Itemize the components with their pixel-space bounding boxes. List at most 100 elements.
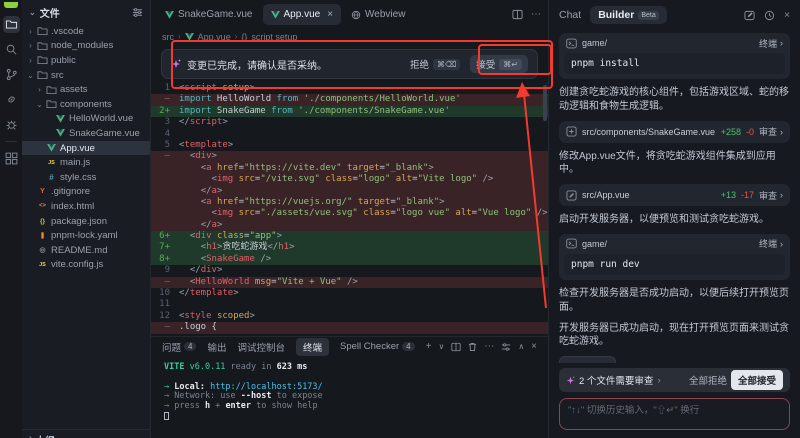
code-line[interactable]: 12<style scoped> — [151, 311, 548, 322]
terminal-command-card[interactable]: game/终端›pnpm install — [559, 33, 790, 79]
file-change-card[interactable]: src/components/SnakeGame.vue+258-0审查› — [559, 121, 790, 143]
code-line[interactable]: –.logo { — [151, 322, 548, 333]
json-icon: {} — [37, 218, 48, 225]
code-text: </div> — [179, 265, 222, 276]
code-line[interactable]: <a href="https://vuejs.org/" target="_bl… — [151, 197, 548, 208]
tree-item-public[interactable]: ›public — [22, 53, 150, 68]
debug-icon[interactable] — [3, 116, 20, 133]
panel-tab---[interactable]: 终端 — [296, 338, 329, 356]
code-line[interactable]: – <div> — [151, 151, 548, 162]
tree-item-README.md[interactable]: ◎README.md — [22, 243, 150, 258]
close-icon[interactable]: × — [784, 10, 790, 21]
card-path: game/ — [582, 38, 607, 48]
code-line[interactable]: <a href="https://vite.dev" target="_blan… — [151, 163, 548, 174]
tree-item-pnpm-lock.yaml[interactable]: ❚pnpm-lock.yaml — [22, 228, 150, 243]
tab-SnakeGame-vue[interactable]: SnakeGame.vue — [157, 4, 261, 25]
extensions-icon[interactable] — [3, 150, 20, 167]
code-line[interactable]: </a> — [151, 186, 548, 197]
tree-item-main.js[interactable]: JSmain.js — [22, 155, 150, 170]
split-editor-icon[interactable] — [512, 9, 523, 20]
code-line[interactable]: 3</script> — [151, 117, 548, 128]
tree-item-index.html[interactable]: <>index.html — [22, 199, 150, 214]
code-line[interactable]: 11 — [151, 299, 548, 310]
terminal-command-card[interactable]: game/终端›pnpm run dev — [559, 234, 790, 280]
panel-tab---[interactable]: 问题4 — [162, 340, 196, 354]
code-diff-editor[interactable]: 1<script setup>–import HelloWorld from '… — [151, 83, 548, 336]
panel-tab---[interactable]: 输出 — [207, 340, 226, 354]
maximize-panel-icon[interactable]: ∧ — [518, 342, 524, 351]
terminal-link[interactable]: 终端› — [759, 37, 783, 50]
panel-tab-label: 输出 — [207, 340, 226, 354]
code-line[interactable]: 2+import SnakeGame from './components/Sn… — [151, 106, 548, 117]
code-line[interactable]: 4 — [151, 129, 548, 140]
explorer-icon[interactable] — [3, 16, 20, 33]
tree-item-.gitignore[interactable]: Y.gitignore — [22, 185, 150, 200]
code-line[interactable]: 8+ <SnakeGame /> — [151, 254, 548, 265]
close-panel-icon[interactable]: × — [531, 341, 537, 352]
code-line[interactable]: 7+ <h1>贪吃蛇游戏</h1> — [151, 242, 548, 253]
terminal-link[interactable]: 终端› — [759, 237, 783, 250]
references-icon[interactable] — [3, 91, 20, 108]
folder-icon — [37, 26, 48, 36]
kill-terminal-icon[interactable] — [468, 342, 477, 352]
code-line[interactable]: 9 </div> — [151, 265, 548, 276]
new-terminal-icon[interactable]: + — [426, 341, 432, 352]
accept-all-button[interactable]: 全部接受 — [731, 370, 783, 390]
tree-item-src[interactable]: ⌄src — [22, 68, 150, 83]
search-icon[interactable] — [3, 41, 20, 58]
vue-icon — [271, 11, 280, 19]
tree-item-components[interactable]: ⌄components — [22, 97, 150, 112]
tree-item-App.vue[interactable]: App.vue — [22, 141, 150, 156]
explorer-header[interactable]: ⌄ 文件 — [22, 0, 150, 24]
tab-App-vue[interactable]: App.vue× — [263, 4, 342, 25]
more-actions-icon[interactable]: ⋯ — [531, 9, 542, 20]
review-link[interactable]: 审查› — [759, 125, 783, 138]
code-line[interactable]: 1<script setup> — [151, 83, 548, 94]
tree-item-HelloWorld.vue[interactable]: HelloWorld.vue — [22, 112, 150, 127]
code-line[interactable]: <img src="/vite.svg" class="logo" alt="V… — [151, 174, 548, 185]
outline-section[interactable]: › 大纲 — [22, 429, 150, 438]
code-line[interactable]: –import HelloWorld from './components/He… — [151, 94, 548, 105]
editor-scrollbar-thumb[interactable] — [543, 85, 547, 121]
code-line[interactable]: – <HelloWorld msg="Vite + Vue" /> — [151, 277, 548, 288]
chat-input[interactable] — [568, 405, 781, 416]
new-chat-icon[interactable] — [744, 10, 755, 21]
code-line[interactable]: 5<template> — [151, 140, 548, 151]
terminal-dropdown-icon[interactable]: ∨ — [438, 342, 444, 351]
review-count-text[interactable]: 2 个文件需要审查 — [579, 373, 653, 387]
tree-item-SnakeGame.vue[interactable]: SnakeGame.vue — [22, 126, 150, 141]
close-tab-icon[interactable]: × — [327, 9, 333, 20]
tree-item-assets[interactable]: ›assets — [22, 82, 150, 97]
breadcrumb[interactable]: src›App.vue›{}script setup — [151, 29, 548, 44]
reject-all-button[interactable]: 全部拒绝 — [689, 373, 727, 387]
tree-item-node_modules[interactable]: ›node_modules — [22, 39, 150, 54]
more-actions-icon[interactable]: ⋯ — [484, 341, 494, 352]
code-line[interactable]: 6+ <div class="app"> — [151, 231, 548, 242]
code-line[interactable]: <img src="./assets/vue.svg" class="logo … — [151, 208, 548, 219]
review-link[interactable]: 审查› — [759, 189, 783, 202]
panel-tab-Spell-Checker[interactable]: Spell Checker4 — [340, 341, 415, 352]
panel-tab------[interactable]: 调试控制台 — [237, 340, 285, 354]
file-tree: ›.vscode›node_modules›public⌄src›assets⌄… — [22, 24, 150, 272]
tree-item-vite.config.js[interactable]: JSvite.config.js — [22, 258, 150, 273]
filter-icon[interactable] — [132, 7, 143, 18]
code-line[interactable]: </a> — [151, 220, 548, 231]
tree-item-.vscode[interactable]: ›.vscode — [22, 24, 150, 39]
split-panel-icon[interactable] — [451, 342, 461, 352]
tree-item-style.css[interactable]: #style.css — [22, 170, 150, 185]
source-control-icon[interactable] — [3, 66, 20, 83]
file-change-card[interactable]: src/App.vue+13-17审查› — [559, 184, 790, 206]
tab-chat[interactable]: Chat — [559, 9, 581, 21]
terminal-text: to expose — [271, 391, 322, 401]
history-icon[interactable] — [764, 10, 775, 21]
tab-builder[interactable]: Builder Beta — [590, 6, 667, 24]
panel-settings-icon[interactable] — [501, 342, 511, 352]
tab-Webview[interactable]: Webview — [343, 4, 413, 25]
breadcrumb-item: App.vue — [198, 32, 231, 42]
preview-button[interactable]: 预览 — [559, 356, 616, 363]
accept-button[interactable]: 接受 ⌘↵ — [470, 55, 528, 73]
reject-button[interactable]: 拒绝 ⌘⌫ — [410, 57, 460, 71]
tree-item-package.json[interactable]: {}package.json — [22, 214, 150, 229]
terminal-output[interactable]: VITE v6.0.11 ready in 623 ms → Local: ht… — [151, 356, 548, 438]
code-line[interactable]: 10</template> — [151, 288, 548, 299]
